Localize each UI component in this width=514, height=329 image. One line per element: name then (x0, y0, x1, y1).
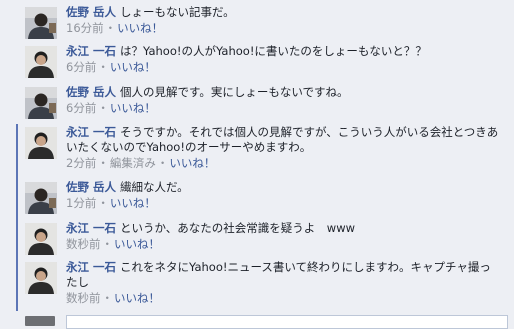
comment-timestamp[interactable]: 数秒前 (66, 237, 101, 251)
composer-avatar (25, 316, 55, 326)
avatar[interactable] (25, 87, 57, 119)
comment-meta: 16分前・いいね！ (66, 21, 502, 36)
user-photo-icon (25, 262, 57, 294)
comment-text: これをネタにYahoo!ニュース書いて終わりにしますわ。キャプチャ撮ったし (66, 260, 491, 289)
like-link[interactable]: いいね！ (169, 156, 215, 170)
avatar[interactable] (25, 127, 57, 159)
avatar[interactable] (25, 182, 57, 214)
like-link[interactable]: いいね！ (110, 196, 156, 210)
comment-text: しょーもない記事だ。 (120, 5, 235, 19)
avatar[interactable] (25, 46, 57, 78)
comment-author[interactable]: 永江 一石 (66, 44, 116, 58)
comment-timestamp[interactable]: 6分前 (66, 101, 96, 115)
meta-separator: ・ (101, 237, 114, 251)
like-link[interactable]: いいね！ (114, 291, 160, 305)
comment-item: 永江 一石 そうですか。それでは個人の見解ですが、こういう人がいる会社とつきあいた… (16, 125, 514, 175)
comment-meta: 2分前・編集済み・いいね！ (66, 156, 502, 171)
user-photo-icon (25, 127, 57, 159)
comment-input[interactable] (66, 315, 508, 329)
comment-meta: 数秒前・いいね！ (66, 291, 502, 306)
comment-meta: 6分前・いいね！ (66, 101, 502, 116)
comment-author[interactable]: 永江 一石 (66, 125, 116, 139)
like-link[interactable]: いいね！ (117, 21, 163, 35)
comment-meta: 数秒前・いいね！ (66, 237, 502, 252)
comment-author[interactable]: 佐野 岳人 (66, 85, 116, 99)
comment-author[interactable]: 永江 一石 (66, 260, 116, 274)
comment-author[interactable]: 佐野 岳人 (66, 180, 116, 194)
user-photo-icon (25, 7, 57, 39)
avatar[interactable] (25, 223, 57, 255)
comment-text: そうですか。それでは個人の見解ですが、こういう人がいる会社とつきあいたくないので… (66, 125, 499, 154)
comment-item: 永江 一石 これをネタにYahoo!ニュース書いて終わりにしますわ。キャプチャ撮っ… (16, 260, 514, 310)
meta-separator: ・ (156, 156, 169, 170)
comment-item: 佐野 岳人 繊細な人だ。 1分前・いいね！ (16, 180, 514, 214)
comment-item: 永江 一石 というか、あなたの社会常識を疑うよ www 数秒前・いいね！ (16, 221, 514, 255)
comment-item: 永江 一石 は？Yahoo!の人がYahoo!に書いたのをしょーもないと？？ 6分… (16, 44, 514, 78)
comment-thread: 佐野 岳人 しょーもない記事だ。 16分前・いいね！ 永江 一石 は？Yahoo!の… (16, 0, 514, 322)
comment-item: 佐野 岳人 個人の見解です。実にしょーもないですね。 6分前・いいね！ (16, 85, 514, 119)
user-photo-icon (25, 182, 57, 214)
comment-text: は？Yahoo!の人がYahoo!に書いたのをしょーもないと？？ (120, 44, 427, 58)
comment-text: というか、あなたの社会常識を疑うよ www (120, 221, 355, 235)
comment-timestamp[interactable]: 6分前 (66, 60, 96, 74)
meta-separator: ・ (97, 156, 109, 170)
comment-text: 繊細な人だ。 (120, 180, 189, 194)
meta-separator: ・ (104, 21, 117, 35)
comment-timestamp[interactable]: 16分前 (66, 21, 104, 35)
like-link[interactable]: いいね！ (114, 237, 160, 251)
comment-item: 佐野 岳人 しょーもない記事だ。 16分前・いいね！ (16, 5, 514, 39)
comment-timestamp[interactable]: 1分前 (66, 196, 96, 210)
like-link[interactable]: いいね！ (110, 101, 156, 115)
avatar[interactable] (25, 262, 57, 294)
comment-meta: 6分前・いいね！ (66, 60, 502, 75)
edited-label[interactable]: 編集済み (110, 156, 156, 170)
user-photo-icon (25, 46, 57, 78)
meta-separator: ・ (97, 60, 109, 74)
meta-separator: ・ (97, 196, 109, 210)
meta-separator: ・ (101, 291, 114, 305)
comment-meta: 1分前・いいね！ (66, 196, 502, 211)
like-link[interactable]: いいね！ (110, 60, 156, 74)
comment-text: 個人の見解です。実にしょーもないですね。 (120, 85, 349, 99)
comment-timestamp[interactable]: 数秒前 (66, 291, 101, 305)
user-photo-icon (25, 223, 57, 255)
comment-author[interactable]: 佐野 岳人 (66, 5, 116, 19)
comment-timestamp[interactable]: 2分前 (66, 156, 96, 170)
meta-separator: ・ (97, 101, 109, 115)
comment-author[interactable]: 永江 一石 (66, 221, 116, 235)
avatar[interactable] (25, 7, 57, 39)
user-photo-icon (25, 87, 57, 119)
